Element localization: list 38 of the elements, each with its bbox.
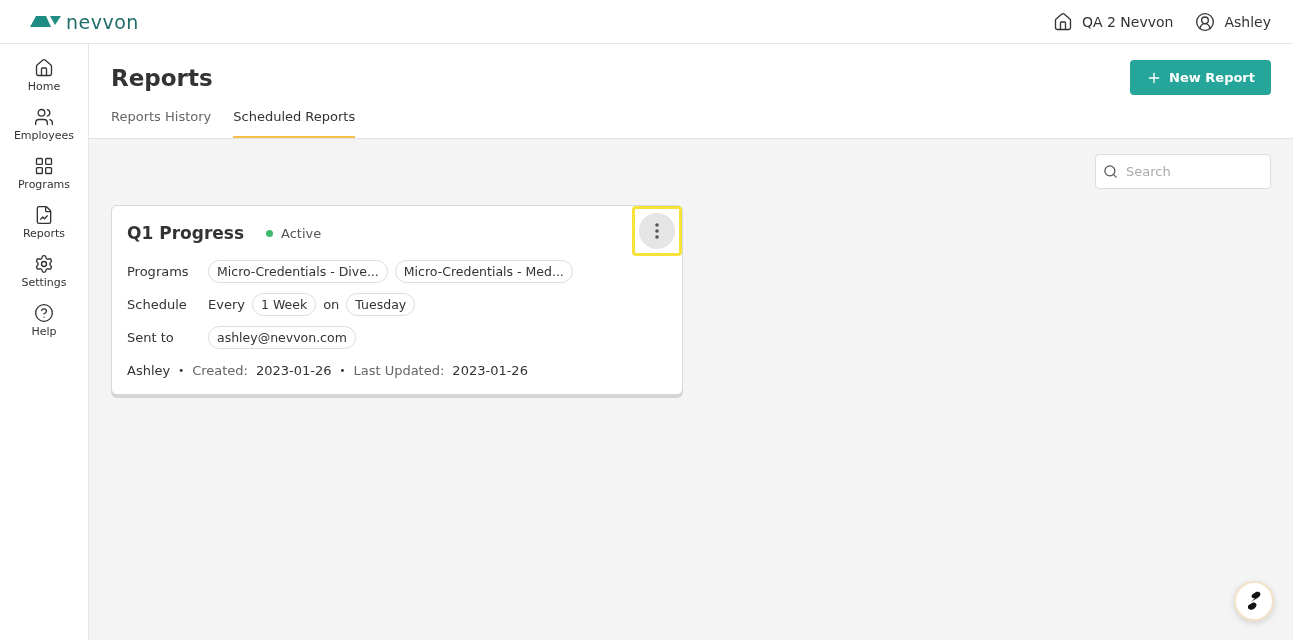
logo-text: nevvon <box>66 10 139 33</box>
sidebar-item[interactable]: Programs <box>4 156 84 191</box>
sidebar-item[interactable]: Employees <box>4 107 84 142</box>
tab[interactable]: Scheduled Reports <box>233 109 356 138</box>
status-text: Active <box>281 225 322 241</box>
sidebar-item[interactable]: Help <box>4 303 84 338</box>
more-icon <box>655 223 659 239</box>
sidebar-item[interactable]: Home <box>4 58 84 93</box>
separator-dot: • <box>339 365 346 376</box>
user-avatar-icon[interactable] <box>1195 11 1216 32</box>
meta-value: 2023-01-26 <box>255 363 332 378</box>
sidebar-item[interactable]: Settings <box>4 254 84 289</box>
field-label: Programs <box>127 264 190 279</box>
help-icon <box>34 303 54 323</box>
report-title: Q1 Progress <box>127 223 245 243</box>
schedule-text: Every <box>208 297 245 312</box>
separator-dot: • <box>178 365 185 376</box>
people-icon <box>34 107 54 127</box>
page-title: Reports <box>111 64 213 91</box>
search-field[interactable]: Search <box>1095 154 1271 189</box>
logo-icon <box>30 14 62 29</box>
meta-value: Ashley <box>127 363 171 378</box>
field-label: Schedule <box>127 297 188 312</box>
meta-value: 2023-01-26 <box>452 363 528 378</box>
slash-icon <box>1245 591 1263 611</box>
tab[interactable]: Reports History <box>111 109 212 138</box>
meta-label: Created: <box>192 363 248 378</box>
user-name[interactable]: Ashley <box>1224 13 1271 30</box>
sidebar-item[interactable]: Reports <box>4 205 84 240</box>
schedule-text: on <box>323 297 340 312</box>
organization-name[interactable]: QA 2 Nevvon <box>1081 13 1174 30</box>
field-label: Sent to <box>127 330 175 345</box>
document-chart-icon <box>34 205 54 225</box>
settings-icon <box>34 254 54 274</box>
meta-label: Last Updated: <box>353 363 445 378</box>
house-icon <box>1052 11 1073 32</box>
home-icon <box>34 58 54 78</box>
grid-icon <box>34 156 54 176</box>
